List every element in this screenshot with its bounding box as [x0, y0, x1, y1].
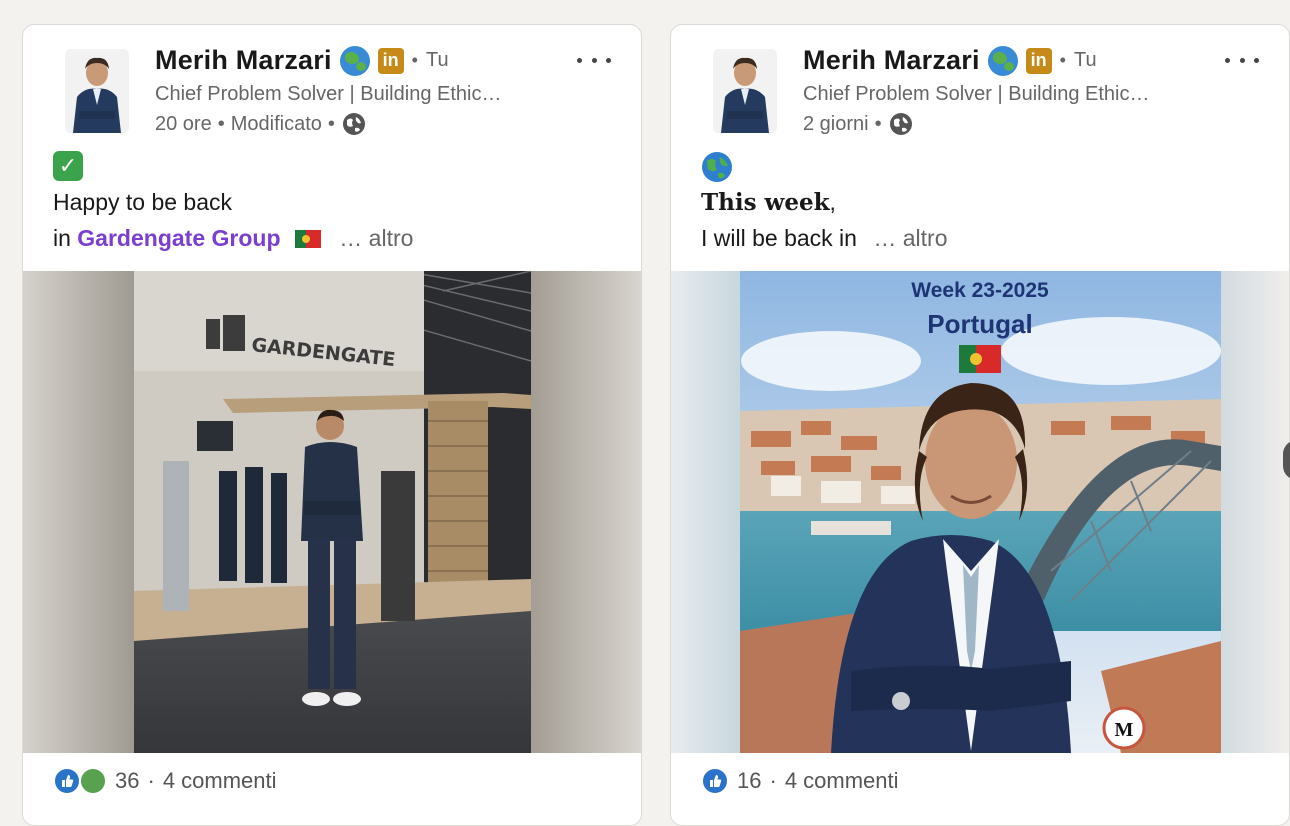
mention-link[interactable]: Gardengate Group [77, 225, 280, 251]
author-avatar[interactable] [713, 49, 777, 133]
celebrate-reaction-icon [79, 767, 107, 795]
public-globe-icon [342, 113, 365, 135]
reactions-count[interactable]: 36 [115, 768, 139, 794]
like-reaction-icon [701, 767, 729, 795]
post-text: I will be back in [701, 225, 857, 251]
image-title-week: Week 23-2025 [911, 279, 1049, 302]
more-options-icon[interactable] [1225, 47, 1259, 73]
author-avatar[interactable] [65, 49, 129, 133]
post-time: 2 giorni [803, 112, 869, 135]
separator-dot: · [147, 768, 155, 793]
post-text-bold: This week [701, 189, 830, 216]
more-options-icon[interactable] [577, 47, 611, 73]
image-title-country: Portugal [927, 309, 1032, 339]
post-card-2: Merih Marzari in • Tu Chief Problem Solv… [670, 24, 1290, 826]
world-globe-icon [987, 45, 1018, 76]
like-reaction-icon [53, 767, 81, 795]
post-text-line: in Gardengate Group … altro [53, 225, 413, 252]
linkedin-premium-icon: in [377, 47, 404, 74]
connection-degree: Tu [425, 49, 449, 71]
post-text-comma: , [829, 189, 836, 215]
separator-dot: • [874, 112, 882, 135]
reactions-count[interactable]: 16 [737, 768, 761, 794]
separator-dot: · [769, 768, 777, 793]
post-time: 20 ore [155, 112, 212, 135]
post-card-1: Merih Marzari in • Tu Chief Problem Solv… [22, 24, 642, 826]
check-mark-emoji: ✓ [53, 151, 83, 181]
portugal-flag-emoji [294, 230, 321, 248]
post-text-line: Happy to be back [53, 189, 233, 215]
comments-count[interactable]: 4 commenti [785, 768, 899, 794]
world-globe-icon [339, 45, 370, 76]
connection-degree: Tu [1073, 49, 1097, 71]
edited-label: Modificato [230, 112, 322, 135]
linkedin-premium-icon: in [1025, 47, 1052, 74]
post-text-line: This week, [701, 189, 836, 216]
comments-count[interactable]: 4 commenti [163, 768, 277, 794]
post-text-line: I will be back in … altro [701, 225, 948, 252]
separator-dot: • [1059, 50, 1066, 70]
author-headline: Chief Problem Solver | Building Ethic… [803, 83, 1150, 105]
author-name[interactable]: Merih Marzari [803, 45, 980, 76]
see-more-link[interactable]: … altro [873, 225, 947, 251]
globe-emoji [702, 152, 732, 182]
author-headline: Chief Problem Solver | Building Ethic… [155, 83, 502, 105]
post-image[interactable]: GARDENGATE [23, 271, 641, 753]
post-text-in: in [53, 225, 71, 251]
brand-logo: M [1115, 719, 1134, 741]
post-image[interactable]: Week 23-2025 Portugal M [671, 271, 1289, 753]
separator-dot: • [217, 112, 225, 135]
author-name[interactable]: Merih Marzari [155, 45, 332, 76]
separator-dot: • [327, 112, 335, 135]
public-globe-icon [889, 113, 912, 135]
see-more-link[interactable]: … altro [339, 225, 413, 251]
separator-dot: • [411, 50, 418, 70]
